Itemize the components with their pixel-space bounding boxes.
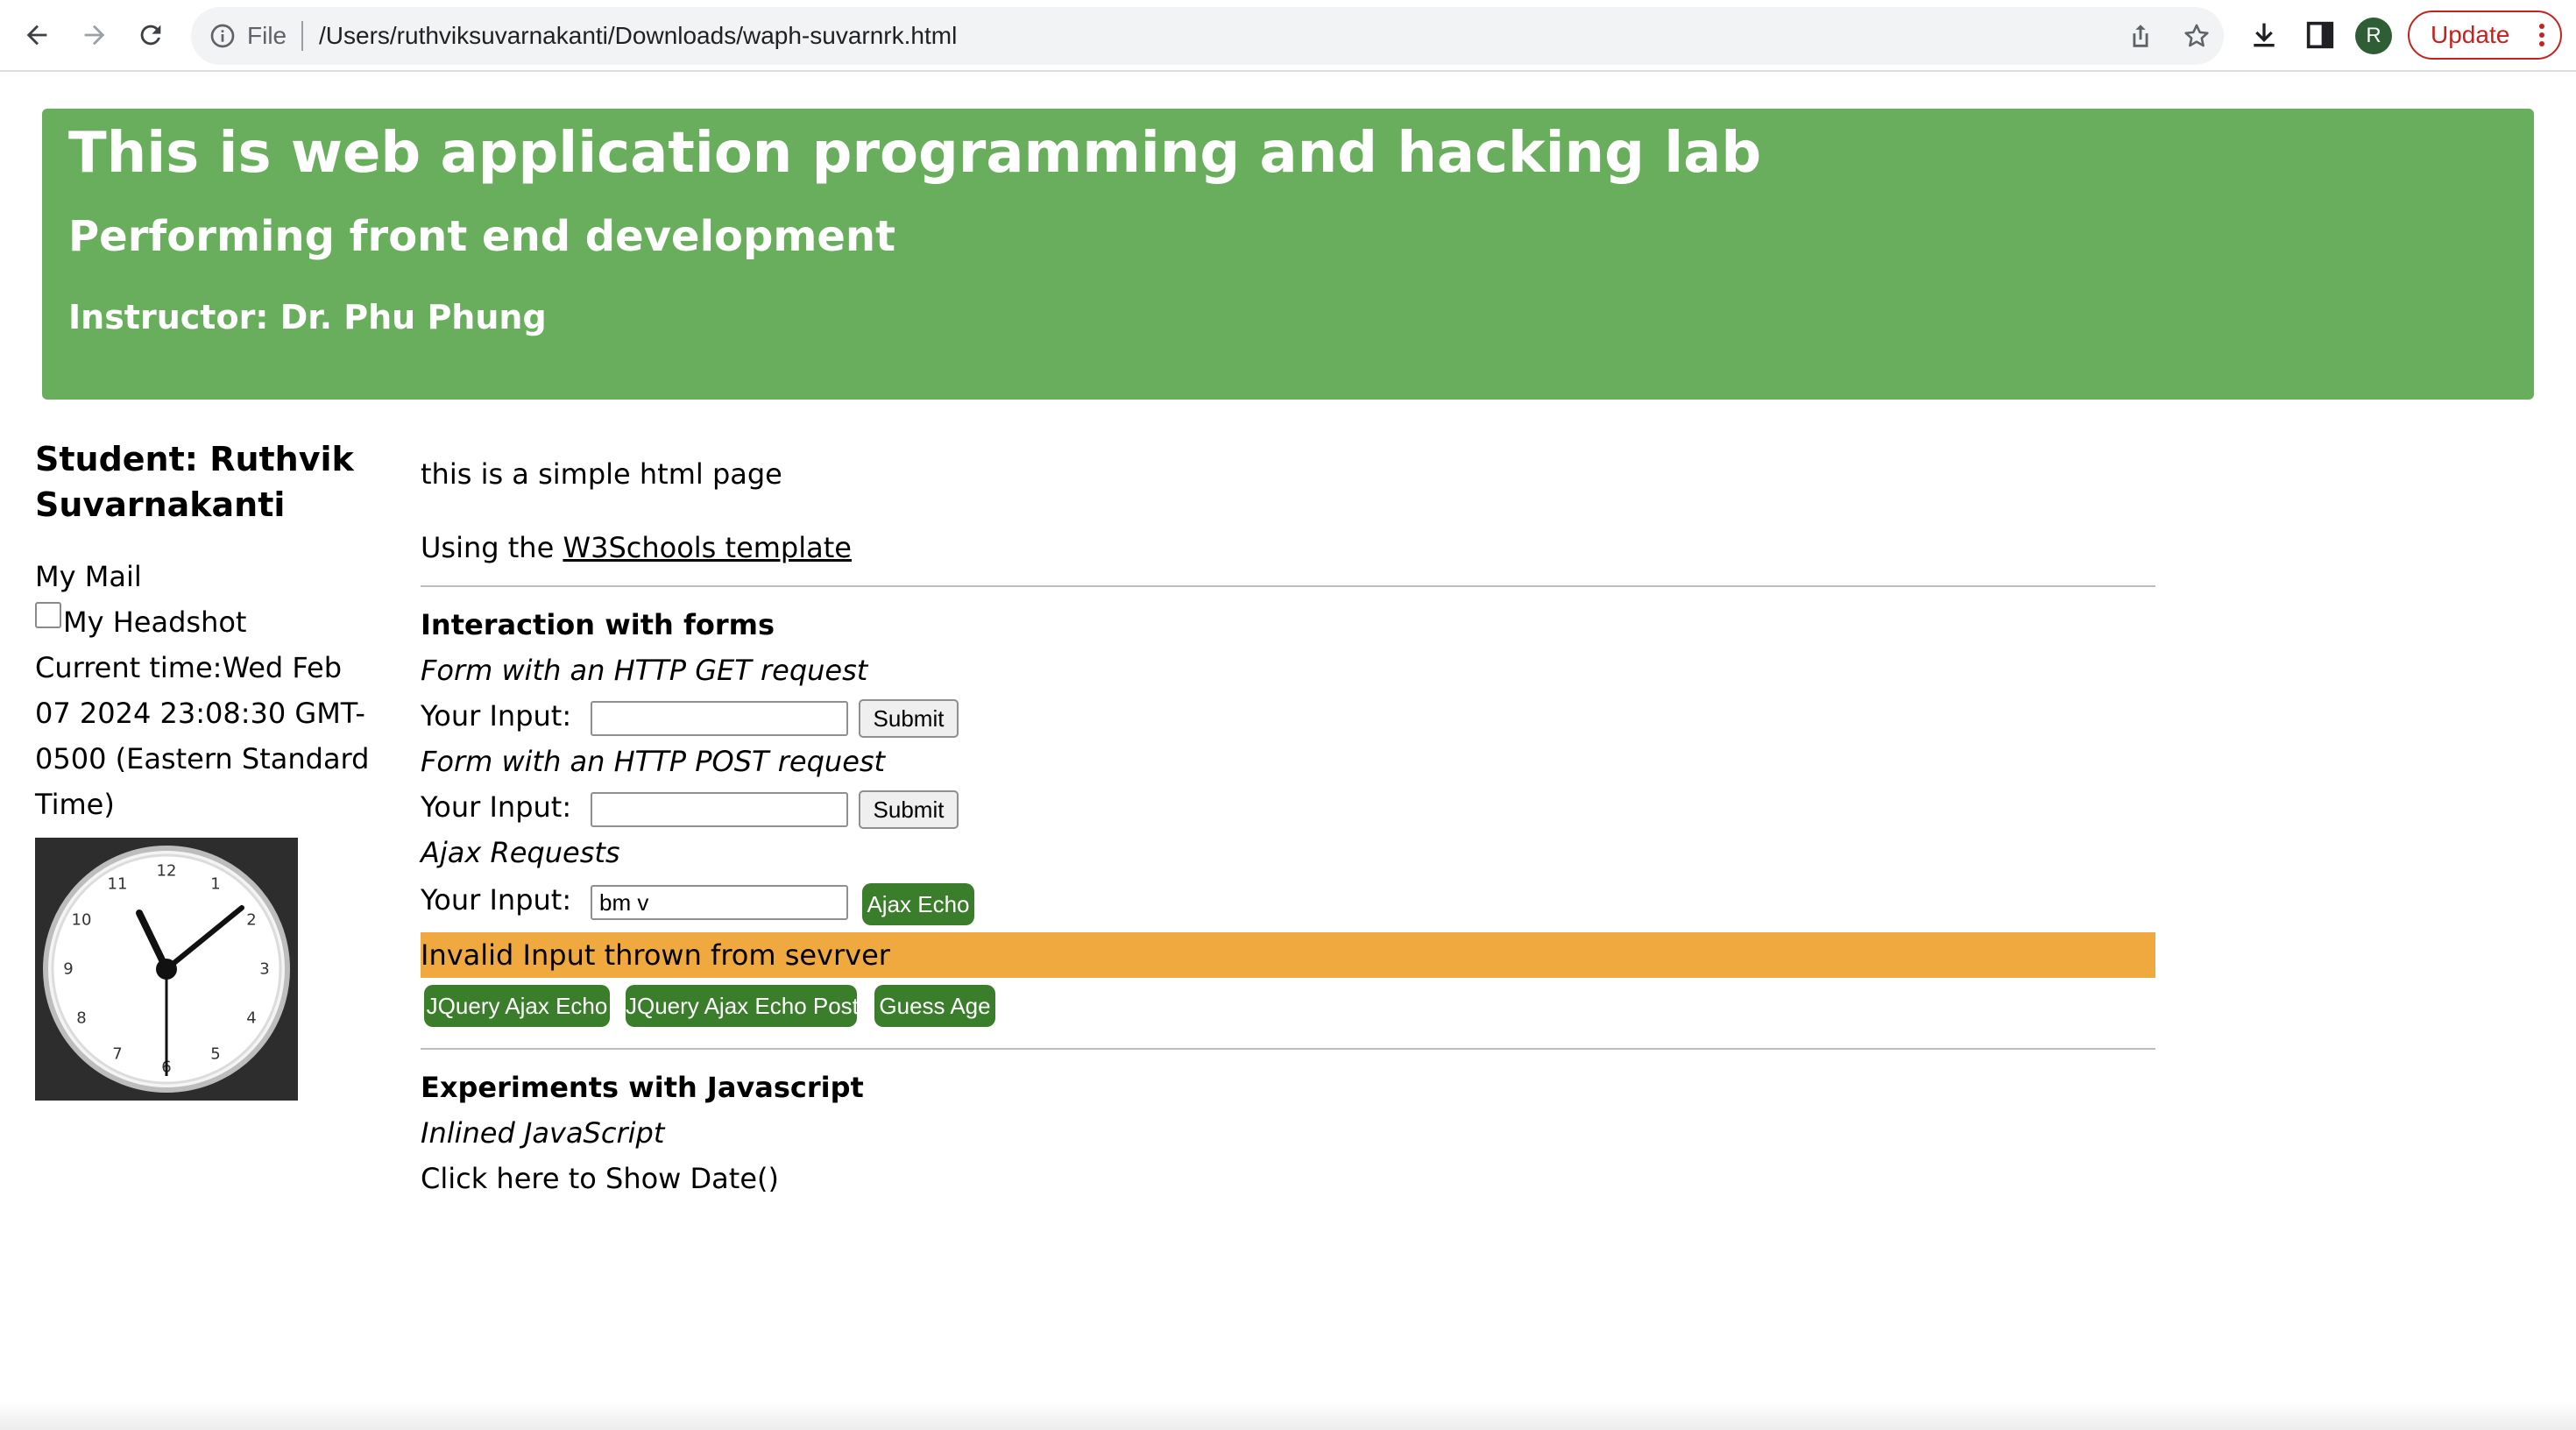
forms-heading: Interaction with forms [421,608,775,641]
template-prefix: Using the [421,531,563,564]
jquery-ajax-echo-button[interactable]: JQuery Ajax Echo [424,985,610,1027]
page-header: This is web application programming and … [42,109,2534,400]
student-name: Student: Ruthvik Suvarnakanti [35,436,386,527]
analog-clock: 121234567891011 [35,838,298,1101]
url-text[interactable]: /Users/ruthviksuvarnakanti/Downloads/wap… [319,7,957,65]
post-form-label: Form with an HTTP POST request [421,745,886,778]
forward-button[interactable] [74,14,116,56]
update-button[interactable]: Update [2408,11,2562,60]
clock-numeral: 7 [112,1045,122,1064]
jquery-ajax-echo-post-button[interactable]: JQuery Ajax Echo Post [626,985,859,1027]
template-line: Using the W3Schools template [421,531,852,564]
intro-text: this is a simple html page [421,457,782,491]
current-time-line-4: Time) [35,788,115,821]
js-heading: Experiments with Javascript [421,1071,864,1104]
address-bar[interactable]: File /Users/ruthviksuvarnakanti/Download… [191,7,2224,65]
clock-numeral: 2 [246,911,256,930]
guess-age-button[interactable]: Guess Age [874,985,995,1027]
clock-numeral: 9 [63,960,73,979]
reload-button[interactable] [130,14,172,56]
clock-face: 121234567891011 [43,846,290,1093]
ajax-requests-label: Ajax Requests [421,836,620,869]
share-icon[interactable] [2126,21,2155,51]
ajax-input-field[interactable]: bm v [591,885,848,920]
info-icon[interactable] [209,22,237,50]
update-label: Update [2431,21,2510,48]
w3schools-template-link[interactable]: W3Schools template [563,531,852,564]
get-form-label: Form with an HTTP GET request [421,654,868,687]
my-mail-link[interactable]: My Mail [35,554,386,599]
clock-numeral: 11 [108,875,128,894]
current-time-line-1: Current time:Wed Feb [35,651,343,684]
post-input-field[interactable] [591,792,848,827]
clock-numeral: 5 [210,1045,220,1064]
profile-avatar[interactable]: R [2355,18,2392,54]
browser-toolbar: File /Users/ruthviksuvarnakanti/Download… [0,0,2576,72]
student-name-line-1: Student: Ruthvik [35,440,354,478]
error-alert: Invalid Input thrown from sevrver [421,932,2155,978]
reload-icon [140,25,161,46]
omnibox-separator [301,21,303,51]
clock-numeral: 12 [157,862,177,881]
show-date-text[interactable]: Click here to Show Date() [421,1162,779,1195]
broken-image-icon [35,602,61,628]
clock-numeral: 4 [246,1009,256,1028]
instructor-name: Instructor: Dr. Phu Phung [68,298,547,336]
clock-numeral: 1 [210,875,220,894]
get-submit-button[interactable]: Submit [859,699,959,738]
file-scheme-label: File [247,22,287,49]
star-icon[interactable] [2182,21,2212,51]
ajax-echo-button[interactable]: Ajax Echo [862,883,974,925]
divider [421,1048,2155,1050]
sidebar: Student: Ruthvik Suvarnakanti My Mail My… [35,436,386,827]
current-time-line-3: 0500 (Eastern Standard [35,742,370,775]
page-subtitle: Performing front end development [68,212,896,261]
headshot-alt-text: My Headshot [63,605,247,639]
back-icon [26,25,47,46]
clock-numeral: 8 [76,1009,86,1028]
ajax-input-label: Your Input: [421,883,572,917]
back-button[interactable] [16,14,58,56]
clock-numeral: 10 [72,911,92,930]
page-title: This is web application programming and … [68,121,1762,186]
headshot-image: My Headshot [35,599,386,645]
student-name-line-2: Suvarnakanti [35,485,286,524]
current-time-line-2: 07 2024 23:08:30 GMT- [35,697,365,730]
clock-numeral: 3 [259,960,269,979]
current-time: Current time:Wed Feb 07 2024 23:08:30 GM… [35,645,386,827]
get-input-field[interactable] [591,701,848,736]
download-icon[interactable] [2247,18,2282,53]
get-input-label: Your Input: [421,699,572,733]
divider [421,585,2155,587]
post-input-label: Your Input: [421,790,572,824]
more-icon [2539,24,2544,46]
post-submit-button[interactable]: Submit [859,790,959,829]
side-panel-icon[interactable] [2303,18,2338,53]
window-bottom-edge [0,1402,2576,1430]
forward-icon [84,25,105,46]
inline-js-label: Inlined JavaScript [421,1116,665,1150]
